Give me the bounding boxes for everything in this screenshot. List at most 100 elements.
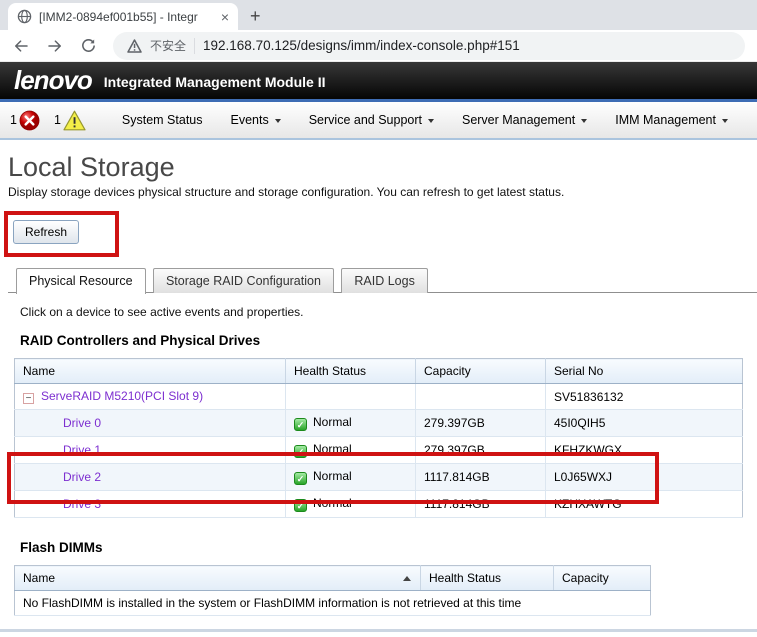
health-status-label: Normal <box>313 496 352 510</box>
device-link[interactable]: ServeRAID M5210(PCI Slot 9) <box>41 389 203 403</box>
table-row: Drive 2 ✓ Normal 1117.814GBL0J65WXJ <box>15 464 743 491</box>
chevron-down-icon <box>581 119 587 123</box>
column-label: Name <box>23 571 55 585</box>
raid-table-body: −ServeRAID M5210(PCI Slot 9) SV51836132 Dr… <box>15 384 743 518</box>
device-hint-text: Click on a device to see active events a… <box>20 305 757 319</box>
device-link[interactable]: Drive 2 <box>63 470 101 484</box>
refresh-button[interactable]: Refresh <box>13 220 79 244</box>
table-header-row: Name Health Status Capacity Serial No <box>15 359 743 384</box>
column-header-name: Name <box>15 359 286 384</box>
health-status-label: Normal <box>313 415 352 429</box>
menu-label: Events <box>231 113 269 127</box>
serial-no-cell: KFHZKWGX <box>546 437 743 464</box>
health-status-cell: ✓ Normal <box>286 491 416 518</box>
tab-physical-resource[interactable]: Physical Resource <box>16 268 146 294</box>
menu-events[interactable]: Events <box>231 113 281 127</box>
capacity-cell: 1117.814GB <box>416 464 546 491</box>
raid-section-heading: RAID Controllers and Physical Drives <box>20 333 757 348</box>
critical-error-icon <box>19 110 40 131</box>
flash-table-container: Name Health Status Capacity No FlashDIMM… <box>14 565 757 616</box>
page-description: Display storage devices physical structu… <box>8 185 757 199</box>
sort-ascending-icon <box>403 576 411 581</box>
menu-server-management[interactable]: Server Management <box>462 113 587 127</box>
table-row: Drive 3 ✓ Normal 1117.814GBKZHXAWTG <box>15 491 743 518</box>
health-ok-check-icon: ✓ <box>294 445 307 458</box>
browser-toolbar: 不安全 192.168.70.125/designs/imm/index-con… <box>0 30 757 62</box>
url-text[interactable]: 192.168.70.125/designs/imm/index-console… <box>203 38 520 53</box>
tab-raid-logs[interactable]: RAID Logs <box>341 268 427 293</box>
health-status-cell <box>286 384 416 410</box>
chevron-down-icon <box>722 119 728 123</box>
capacity-cell: 279.397GB <box>416 437 546 464</box>
address-bar[interactable]: 不安全 192.168.70.125/designs/imm/index-con… <box>113 32 745 60</box>
collapse-icon[interactable]: − <box>23 393 34 404</box>
health-ok-check-icon: ✓ <box>294 499 307 512</box>
device-name-cell: −ServeRAID M5210(PCI Slot 9) <box>15 384 286 410</box>
health-status-cell: ✓ Normal <box>286 437 416 464</box>
menu-label: System Status <box>122 113 203 127</box>
forward-icon[interactable] <box>46 37 64 55</box>
imm-nav-bar: 1 1 System Status Events Service and Sup… <box>0 102 757 140</box>
empty-message-row: No FlashDIMM is installed in the system … <box>15 591 651 616</box>
tab-storage-raid-configuration[interactable]: Storage RAID Configuration <box>153 268 334 293</box>
omnibox-divider <box>194 38 195 54</box>
column-header-name-sortable[interactable]: Name <box>15 566 421 591</box>
column-header-capacity: Capacity <box>416 359 546 384</box>
raid-table: Name Health Status Capacity Serial No −S… <box>14 358 743 518</box>
lenovo-logo: lenovo <box>14 65 92 96</box>
capacity-cell <box>416 384 546 410</box>
column-header-serial-no: Serial No <box>546 359 743 384</box>
serial-no-cell: KZHXAWTG <box>546 491 743 518</box>
health-status-cell: ✓ Normal <box>286 464 416 491</box>
menu-label: IMM Management <box>615 113 716 127</box>
device-name-cell: Drive 3 <box>15 491 286 518</box>
main-menu: System Status Events Service and Support… <box>122 113 728 127</box>
flash-dimms-table: Name Health Status Capacity No FlashDIMM… <box>14 565 651 616</box>
device-link[interactable]: Drive 0 <box>63 416 101 430</box>
critical-events-badge[interactable]: 1 <box>10 110 40 131</box>
globe-icon <box>17 9 32 24</box>
table-row: Drive 1 ✓ Normal 279.397GBKFHZKWGX <box>15 437 743 464</box>
warning-count: 1 <box>54 113 61 127</box>
device-link[interactable]: Drive 1 <box>63 443 101 457</box>
imm-header: lenovo Integrated Management Module II <box>0 62 757 102</box>
column-header-health-status: Health Status <box>421 566 554 591</box>
menu-service-and-support[interactable]: Service and Support <box>309 113 434 127</box>
chevron-down-icon <box>428 119 434 123</box>
menu-label: Service and Support <box>309 113 422 127</box>
capacity-cell: 279.397GB <box>416 410 546 437</box>
not-secure-warning-icon[interactable] <box>127 39 142 53</box>
annotation-box-refresh: Refresh <box>4 211 119 257</box>
capacity-cell: 1117.814GB <box>416 491 546 518</box>
table-row: Drive 0✓Normal279.397GB45I0QIH5 <box>15 410 743 437</box>
page-title: Local Storage <box>8 152 757 183</box>
table-header-row: Name Health Status Capacity <box>15 566 651 591</box>
flash-section-heading: Flash DIMMs <box>20 540 757 555</box>
browser-chrome: [IMM2-0894ef001b55] - Integr × + 不安全 192… <box>0 0 757 62</box>
tab-bar: Physical Resource Storage RAID Configura… <box>8 267 757 293</box>
health-status-label: Normal <box>313 442 352 456</box>
not-secure-label[interactable]: 不安全 <box>150 37 186 54</box>
raid-table-container: Name Health Status Capacity Serial No −S… <box>14 358 742 518</box>
device-name-cell: Drive 1 <box>15 437 286 464</box>
device-name-cell: Drive 0 <box>15 410 286 437</box>
tab-title: [IMM2-0894ef001b55] - Integr <box>39 10 214 24</box>
browser-tab[interactable]: [IMM2-0894ef001b55] - Integr × <box>8 3 238 30</box>
warning-events-badge[interactable]: 1 <box>54 110 86 131</box>
health-ok-check-icon: ✓ <box>294 418 307 431</box>
serial-no-cell: SV51836132 <box>546 384 743 410</box>
menu-system-status[interactable]: System Status <box>122 113 203 127</box>
close-tab-icon[interactable]: × <box>221 9 229 25</box>
reload-icon[interactable] <box>80 37 97 54</box>
page-bottom-border <box>0 629 757 632</box>
new-tab-button[interactable]: + <box>250 7 261 25</box>
column-header-capacity: Capacity <box>554 566 651 591</box>
menu-imm-management[interactable]: IMM Management <box>615 113 728 127</box>
health-status-cell: ✓ Normal <box>286 410 416 437</box>
page-content: Local Storage Display storage devices ph… <box>0 152 757 616</box>
back-icon[interactable] <box>12 37 30 55</box>
device-link[interactable]: Drive 3 <box>63 497 101 511</box>
health-status-label: Normal <box>313 469 352 483</box>
serial-no-cell: L0J65WXJ <box>546 464 743 491</box>
health-ok-check-icon: ✓ <box>294 472 307 485</box>
